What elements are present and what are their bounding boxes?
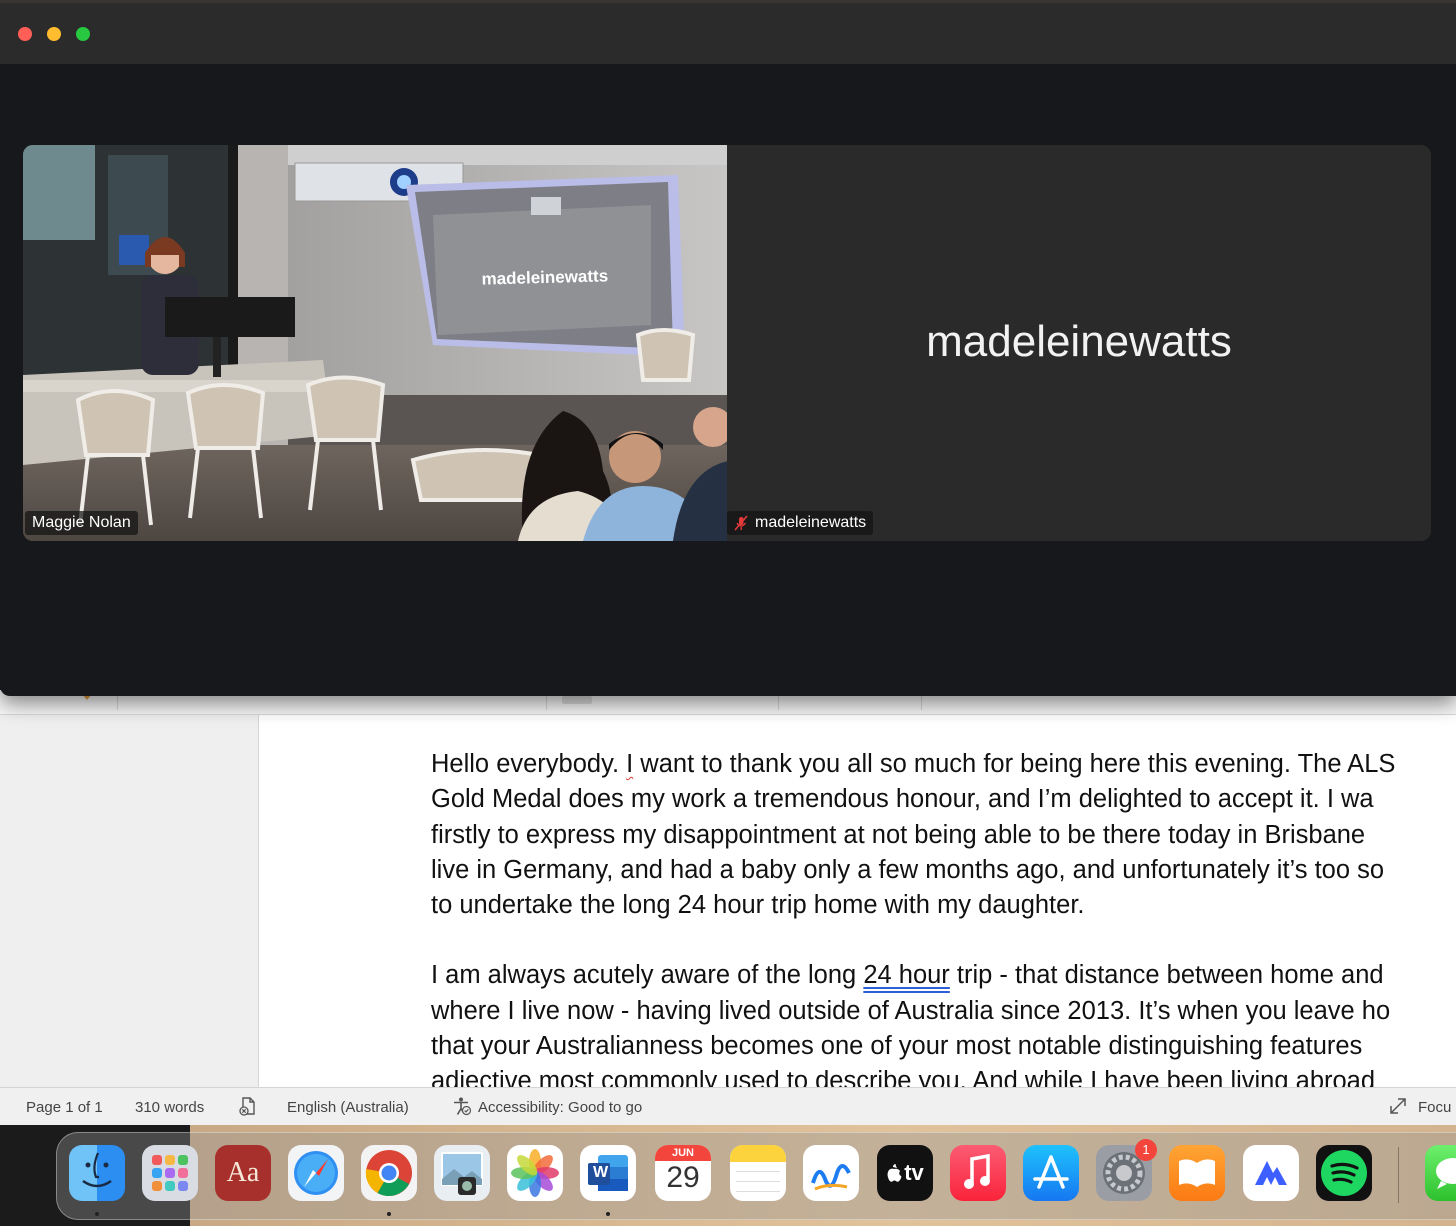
window-titlebar[interactable]	[0, 0, 1456, 64]
focus-mode-button[interactable]: Focu	[1418, 1099, 1451, 1116]
preview-app-icon[interactable]	[434, 1145, 490, 1201]
apple-tv-icon-label: tv	[904, 1160, 924, 1185]
text-run: that your Australianness becomes one of …	[431, 1032, 1363, 1061]
app-store-app-icon[interactable]	[1023, 1145, 1079, 1201]
books-app-icon[interactable]	[1169, 1145, 1225, 1201]
spotify-app-icon[interactable]	[1316, 1145, 1372, 1201]
document-paragraph[interactable]: I am always acutely aware of the long 24…	[431, 958, 1456, 1087]
text-run: Gold Medal does my work a tremendous hon…	[431, 785, 1374, 814]
ribbon-separator	[117, 694, 118, 710]
participant-video-maggie-nolan[interactable]: madeleinewatts Maggie Nolan	[23, 145, 727, 541]
text-run: I am always acutely aware of the long	[431, 961, 864, 990]
text-run: where I live now - having lived outside …	[431, 996, 1391, 1025]
zoom-window-button[interactable]	[76, 27, 90, 41]
system-settings-app-icon[interactable]: 1	[1096, 1139, 1157, 1201]
document-body[interactable]: Hello everybody. I want to thank you all…	[431, 747, 1456, 1087]
notification-badge: 1	[1135, 1139, 1157, 1161]
status-bar: Page 1 of 1 310 words English (Australia…	[0, 1087, 1456, 1126]
finder-app-icon[interactable]	[69, 1145, 125, 1201]
participant-tile-madeleinewatts[interactable]: madeleinewatts madeleinewatts	[727, 145, 1431, 541]
ribbon-separator	[546, 694, 547, 710]
language-indicator[interactable]: English (Australia)	[287, 1099, 409, 1116]
launchpad-app-icon[interactable]	[142, 1145, 198, 1201]
participant-display-name: madeleinewatts	[926, 317, 1232, 366]
freeform-app-icon[interactable]	[803, 1145, 859, 1201]
document-line: live in Germany, and had a baby only a f…	[431, 853, 1456, 888]
word-icon-letter: W	[593, 1164, 609, 1181]
calendar-day: 29	[666, 1161, 700, 1194]
document-page[interactable]: Hello everybody. I want to thank you all…	[259, 715, 1456, 1087]
accessibility-icon[interactable]	[452, 1096, 472, 1116]
messages-app-icon[interactable]	[1425, 1145, 1456, 1201]
document-line: adjective most commonly used to describe…	[431, 1064, 1456, 1087]
safari-app-icon[interactable]	[288, 1145, 344, 1201]
document-line: Hello everybody. I want to thank you all…	[431, 747, 1456, 782]
apple-tv-app-icon[interactable]: tv	[877, 1145, 933, 1201]
ribbon-tab[interactable]	[562, 696, 592, 704]
ribbon-separator	[778, 694, 779, 710]
word-window: Hello everybody. I want to thank you all…	[0, 690, 1456, 1126]
dictionary-app-icon[interactable]: Aa	[215, 1145, 271, 1201]
chrome-app-icon[interactable]	[361, 1145, 417, 1201]
text-run: to undertake the long 24 hour trip home …	[431, 891, 1085, 920]
calendar-app-icon[interactable]: JUN 29	[655, 1145, 711, 1201]
document-paragraph[interactable]: Hello everybody. I want to thank you all…	[431, 747, 1456, 923]
dock: Aa W JUN 29 tv 1	[56, 1132, 1456, 1220]
text-run: firstly to express my disappointment at …	[431, 820, 1366, 849]
proofing-icon[interactable]	[238, 1096, 258, 1116]
word-count[interactable]: 310 words	[135, 1099, 204, 1116]
photos-app-icon[interactable]	[507, 1145, 563, 1201]
document-line: Gold Medal does my work a tremendous hon…	[431, 782, 1456, 817]
participant-name-tag: madeleinewatts	[727, 511, 874, 535]
running-indicator	[387, 1212, 391, 1216]
ribbon-separator	[921, 694, 922, 710]
text-run: Hello everybody.	[431, 750, 627, 778]
dictionary-icon-label: Aa	[226, 1157, 260, 1188]
running-indicator	[606, 1212, 610, 1216]
music-app-icon[interactable]	[950, 1145, 1006, 1201]
participant-name: Maggie Nolan	[32, 514, 131, 531]
page-count[interactable]: Page 1 of 1	[26, 1099, 103, 1116]
conference-room-video-image: madeleinewatts	[23, 145, 727, 541]
participant-name: madeleinewatts	[755, 514, 867, 531]
text-run: adjective most commonly used to describe…	[431, 1067, 1376, 1087]
apple-logo-icon	[887, 1164, 902, 1182]
shared-screen-text: madeleinewatts	[481, 266, 608, 288]
dock-separator	[1398, 1147, 1399, 1203]
participant-name-tag: Maggie Nolan	[25, 511, 138, 535]
close-window-button[interactable]	[18, 27, 32, 41]
focus-expand-icon[interactable]	[1388, 1096, 1408, 1116]
word-app-icon[interactable]: W	[580, 1145, 636, 1201]
document-line: that your Australianness becomes one of …	[431, 1029, 1456, 1064]
document-line: firstly to express my disappointment at …	[431, 818, 1456, 853]
notes-app-icon[interactable]	[730, 1145, 786, 1201]
calendar-month: JUN	[671, 1147, 694, 1159]
video-gallery: madeleinewatts Maggie Nolan madeleinewat…	[23, 145, 1431, 541]
accessibility-status[interactable]: Accessibility: Good to go	[478, 1099, 642, 1116]
nordvpn-app-icon[interactable]	[1243, 1145, 1299, 1201]
document-gutter	[0, 715, 259, 1087]
zoom-meeting-window: madeleinewatts Maggie Nolan madeleinewat…	[0, 0, 1456, 696]
document-line: to undertake the long 24 hour trip home …	[431, 888, 1456, 923]
text-run: trip - that distance between home and	[949, 961, 1384, 990]
document-line: I am always acutely aware of the long 24…	[431, 958, 1456, 993]
grammar-flag[interactable]: 24 hour	[863, 961, 950, 989]
minimize-window-button[interactable]	[47, 27, 61, 41]
muted-microphone-icon	[734, 515, 748, 531]
text-run: want to thank you all so much for being …	[633, 750, 1396, 778]
text-run: live in Germany, and had a baby only a f…	[431, 855, 1385, 884]
running-indicator	[95, 1212, 99, 1216]
document-line: where I live now - having lived outside …	[431, 994, 1456, 1029]
